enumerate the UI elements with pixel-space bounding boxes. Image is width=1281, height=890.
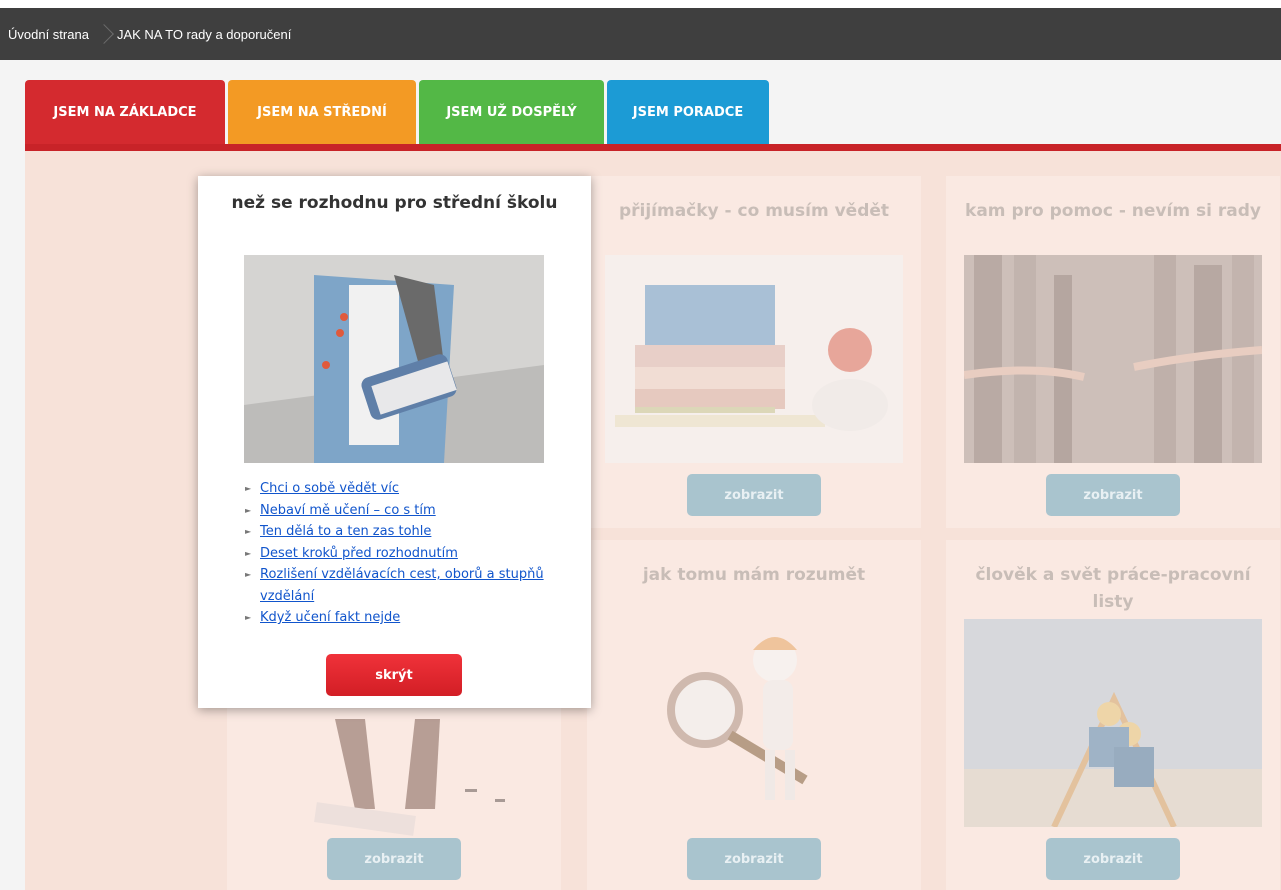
link-nebavi-me-uceni[interactable]: Nebaví mě učení – co s tím [260, 503, 436, 518]
card-title: člověk a svět práce-pracovní listy [975, 565, 1251, 612]
tab-jsem-poradce[interactable]: JSEM PORADCE [607, 80, 769, 144]
show-button[interactable]: zobrazit [687, 838, 821, 880]
show-button[interactable]: zobrazit [1046, 838, 1180, 880]
card-title: jak tomu mám rozumět [642, 565, 866, 585]
breadcrumb-home-link[interactable]: Úvodní strana [8, 27, 89, 42]
tab-underline [25, 144, 1281, 151]
breadcrumb-current: JAK NA TO rady a doporučení [116, 26, 292, 42]
hide-button[interactable]: skrýt [326, 654, 462, 696]
detail-popup: než se rozhodnu pro střední školu Chci o… [198, 176, 591, 708]
popup-title: než se rozhodnu pro střední školu [231, 193, 558, 213]
tab-jsem-na-zakladce[interactable]: JSEM NA ZÁKLADCE [25, 80, 225, 144]
card-title: kam pro pomoc - nevím si rady [965, 201, 1261, 221]
workers-image [964, 619, 1262, 827]
link-rozliseni-vzdelavacich-cest[interactable]: Rozlišení vzdělávacích cest, oborů a stu… [260, 567, 544, 604]
tab-jsem-na-stredni[interactable]: JSEM NA STŘEDNÍ [228, 80, 416, 144]
link-ten-dela-to[interactable]: Ten dělá to a ten zas tohle [260, 524, 431, 539]
show-button[interactable]: zobrazit [327, 838, 461, 880]
show-button[interactable]: zobrazit [1046, 474, 1180, 516]
link-kdyz-uceni-fakt-nejde[interactable]: Když učení fakt nejde [260, 610, 400, 625]
list-item: Nebaví mě učení – co s tím [245, 500, 565, 522]
card-prijimacky: přijímačky - co musím vědět zobrazit [587, 176, 921, 528]
chevron-right-icon [97, 22, 107, 46]
audience-tabs: JSEM NA ZÁKLADCE JSEM NA STŘEDNÍ JSEM UŽ… [25, 80, 772, 144]
popup-link-list: Chci o sobě vědět víc Nebaví mě učení – … [245, 478, 565, 629]
card-kam-pro-pomoc: kam pro pomoc - nevím si rady zobrazit [946, 176, 1280, 528]
link-chci-o-sobe-vedet-vic[interactable]: Chci o sobě vědět víc [260, 481, 399, 496]
student-with-books-image [244, 255, 544, 463]
breadcrumb: Úvodní strana JAK NA TO rady a doporučen… [0, 8, 1281, 60]
tab-jsem-uz-dospely[interactable]: JSEM UŽ DOSPĚLÝ [419, 80, 604, 144]
list-item: Když učení fakt nejde [245, 607, 565, 629]
card-jak-tomu-mam-rozumet: jak tomu mám rozumět zobrazit [587, 540, 921, 890]
hands-image [964, 255, 1262, 463]
link-deset-kroku[interactable]: Deset kroků před rozhodnutím [260, 546, 458, 561]
list-item: Chci o sobě vědět víc [245, 478, 565, 500]
magnifier-figure-image [605, 610, 903, 818]
list-item: Rozlišení vzdělávacích cest, oborů a stu… [245, 564, 565, 607]
books-image [605, 255, 903, 463]
list-item: Deset kroků před rozhodnutím [245, 543, 565, 565]
list-item: Ten dělá to a ten zas tohle [245, 521, 565, 543]
show-button[interactable]: zobrazit [687, 474, 821, 516]
card-title: přijímačky - co musím vědět [618, 201, 890, 221]
card-clovek-a-svet-prace: člověk a svět práce-pracovní listy zobra… [946, 540, 1280, 890]
